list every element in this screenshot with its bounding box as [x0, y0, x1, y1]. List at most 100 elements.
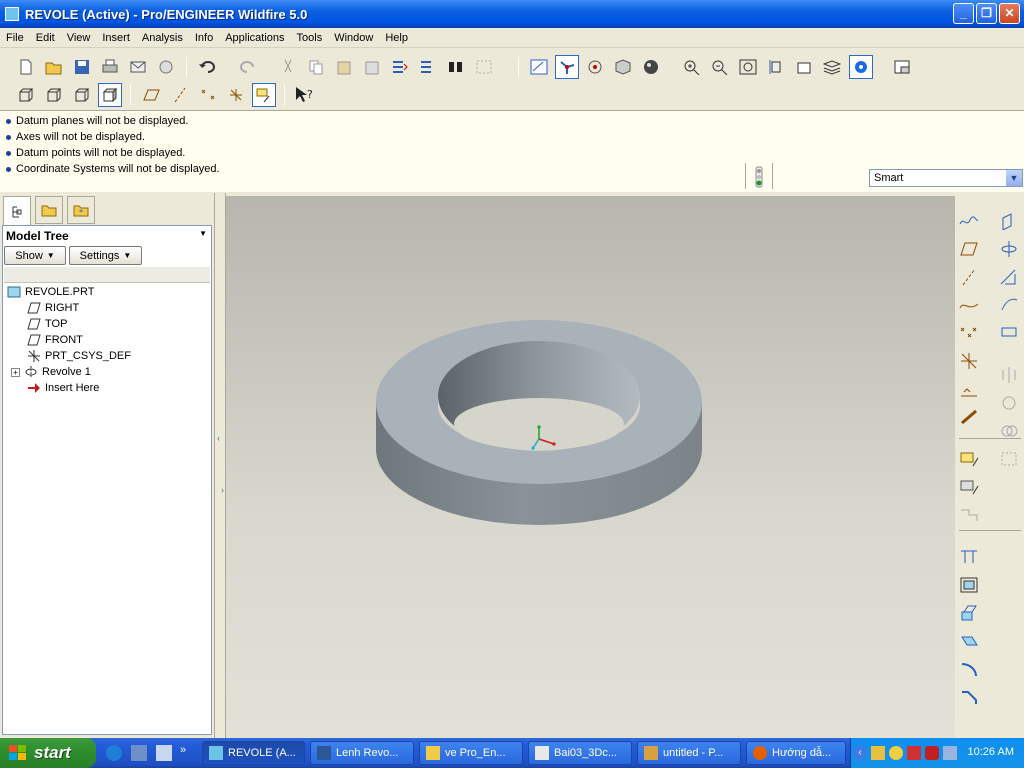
sketch-datum-curve-icon[interactable] [958, 210, 980, 232]
rib-tool-icon[interactable] [958, 546, 980, 568]
sweep-tool-icon[interactable] [998, 266, 1020, 288]
paste-special-icon[interactable] [360, 55, 384, 79]
datum-plane-toggle-icon[interactable] [140, 83, 164, 107]
print-icon[interactable] [98, 55, 122, 79]
context-help-icon[interactable]: ? [292, 83, 316, 107]
settings-button[interactable]: Settings ▼ [69, 246, 142, 265]
chain-icon[interactable] [958, 406, 980, 428]
menu-window[interactable]: Window [328, 28, 379, 48]
task-revole[interactable]: REVOLE (A... [202, 741, 305, 765]
tree-item-insert-here[interactable]: Insert Here [27, 380, 99, 396]
chevron-down-icon[interactable]: ▼ [1006, 170, 1022, 186]
tab-model-tree[interactable] [3, 196, 31, 226]
minimize-button[interactable]: _ [953, 3, 974, 24]
panel-splitter[interactable]: ‹ › [214, 193, 226, 738]
send-link-icon[interactable] [154, 55, 178, 79]
sketch-tool-icon[interactable] [958, 448, 980, 470]
annotation-toggle-icon[interactable] [252, 83, 276, 107]
wireframe-icon[interactable] [14, 83, 38, 107]
saved-views-icon[interactable] [611, 55, 635, 79]
start-button[interactable]: start [0, 738, 96, 768]
tray-antivirus-icon[interactable] [907, 746, 921, 760]
zoom-in-icon[interactable] [680, 55, 704, 79]
blend-tool-icon[interactable] [998, 294, 1020, 316]
app-quicklaunch-icon[interactable] [156, 745, 172, 761]
open-folder-icon[interactable] [42, 55, 66, 79]
find-icon[interactable] [444, 55, 468, 79]
copy-icon[interactable] [304, 55, 328, 79]
model-setup-icon[interactable] [890, 55, 914, 79]
menu-tools[interactable]: Tools [291, 28, 329, 48]
collapse-left-icon[interactable]: ‹ [217, 433, 223, 449]
draft-tool-icon[interactable] [958, 602, 980, 624]
view-manager-icon[interactable] [792, 55, 816, 79]
more-quicklaunch-icon[interactable]: » [180, 744, 186, 756]
tab-favorites[interactable]: * [67, 196, 95, 224]
task-bai03[interactable]: Bai03_3Dc... [528, 741, 632, 765]
undo-icon[interactable] [195, 55, 219, 79]
graphics-window[interactable] [226, 196, 955, 738]
display-style-icon[interactable] [639, 55, 663, 79]
show-button[interactable]: Show ▼ [4, 246, 66, 265]
cut-icon[interactable] [276, 55, 300, 79]
spin-center-icon[interactable] [555, 55, 579, 79]
tree-item-right[interactable]: RIGHT [27, 300, 79, 316]
hole-icon[interactable] [998, 210, 1020, 232]
mirror-tool-icon[interactable] [998, 364, 1020, 386]
dependency-icon[interactable] [958, 504, 980, 526]
offset-tool-icon[interactable] [958, 630, 980, 652]
datum-curve-tool-icon[interactable] [958, 294, 980, 316]
tray-app-icon[interactable] [871, 746, 885, 760]
tab-folder-browser[interactable] [35, 196, 63, 224]
extrude-sketch-icon[interactable] [958, 476, 980, 498]
tree-item-csys[interactable]: PRT_CSYS_DEF [27, 348, 131, 364]
revolve-tool-icon[interactable] [998, 238, 1020, 260]
orient-mode-icon[interactable] [583, 55, 607, 79]
menu-help[interactable]: Help [379, 28, 414, 48]
tray-expand-icon[interactable]: ‹ [853, 745, 867, 761]
new-file-icon[interactable] [14, 55, 38, 79]
menu-insert[interactable]: Insert [96, 28, 136, 48]
csys-tool-icon[interactable] [958, 350, 980, 372]
tree-item-revolve[interactable]: + Revolve 1 [11, 364, 91, 380]
merge-tool-icon[interactable] [998, 392, 1020, 414]
tree-menu-arrow-icon[interactable]: ▼ [199, 229, 207, 238]
axis-toggle-icon[interactable] [168, 83, 192, 107]
save-icon[interactable] [70, 55, 94, 79]
datum-point-tool-icon[interactable] [958, 322, 980, 344]
restore-button[interactable]: ❐ [976, 3, 997, 24]
task-lenh-revo[interactable]: Lenh Revo... [310, 741, 414, 765]
pattern-tool-icon[interactable] [998, 448, 1020, 470]
regenerate-icon[interactable] [388, 55, 412, 79]
analysis-feature-icon[interactable] [958, 378, 980, 400]
redo-icon[interactable] [236, 55, 260, 79]
no-hidden-icon[interactable] [70, 83, 94, 107]
close-button[interactable]: ✕ [999, 3, 1020, 24]
tree-item-front[interactable]: FRONT [27, 332, 83, 348]
ie-quicklaunch-icon[interactable] [106, 745, 122, 761]
tray-network-icon[interactable] [943, 746, 957, 760]
tree-item-top[interactable]: TOP [27, 316, 67, 332]
menu-file[interactable]: File [0, 28, 30, 48]
model-viewport[interactable] [226, 196, 955, 738]
menu-info[interactable]: Info [189, 28, 219, 48]
boundary-blend-icon[interactable] [998, 322, 1020, 344]
menu-view[interactable]: View [61, 28, 97, 48]
washer-model[interactable] [376, 320, 702, 525]
task-huong-dan[interactable]: Hướng dẫ... [746, 741, 846, 765]
selection-filter-select[interactable]: Smart ▼ [869, 169, 1023, 187]
tree-item-part[interactable]: REVOLE.PRT [7, 284, 95, 300]
zoom-out-icon[interactable] [708, 55, 732, 79]
desktop-quicklaunch-icon[interactable] [131, 745, 147, 761]
expand-icon[interactable]: + [11, 367, 20, 377]
shell-tool-icon[interactable] [958, 574, 980, 596]
tray-shield-icon[interactable] [925, 746, 939, 760]
csys-toggle-icon[interactable] [224, 83, 248, 107]
datum-plane-tool-icon[interactable] [958, 238, 980, 260]
appearance-icon[interactable] [849, 55, 873, 79]
send-mail-icon[interactable] [126, 55, 150, 79]
datum-point-toggle-icon[interactable] [196, 83, 220, 107]
menu-edit[interactable]: Edit [30, 28, 61, 48]
paste-icon[interactable] [332, 55, 356, 79]
layers-icon[interactable] [820, 55, 844, 79]
